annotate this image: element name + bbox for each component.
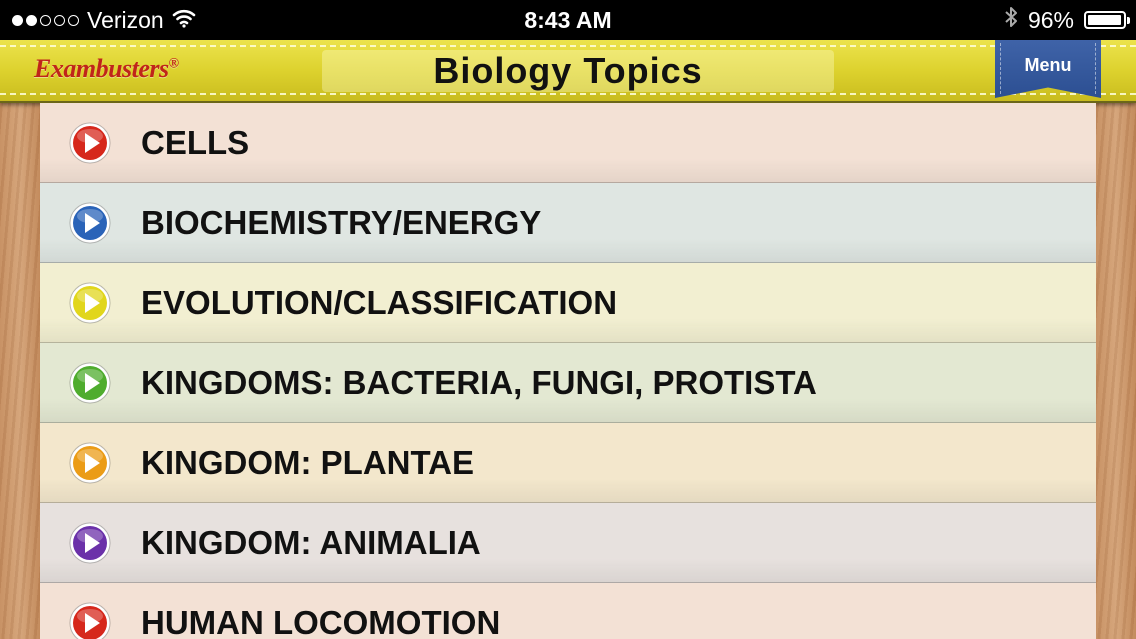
topic-row[interactable]: HUMAN LOCOMOTION — [40, 583, 1096, 639]
header-stitching-bottom — [0, 93, 1136, 95]
play-icon — [69, 522, 111, 563]
status-time: 8:43 AM — [524, 7, 612, 33]
header-stitching-top — [0, 45, 1136, 47]
topic-label: KINGDOM: ANIMALIA — [141, 524, 481, 561]
topic-label: HUMAN LOCOMOTION — [141, 604, 501, 639]
play-icon — [69, 202, 111, 243]
topic-row[interactable]: KINGDOM: ANIMALIA — [40, 503, 1096, 583]
topic-row[interactable]: EVOLUTION/CLASSIFICATION — [40, 263, 1096, 343]
play-icon — [69, 362, 111, 403]
topic-label: BIOCHEMISTRY/ENERGY — [141, 204, 542, 241]
status-bar: Verizon 8:43 AM 96% — [0, 0, 1136, 40]
topic-label: EVOLUTION/CLASSIFICATION — [141, 284, 618, 321]
topic-label: KINGDOMS: BACTERIA, FUNGI, PROTISTA — [141, 364, 817, 401]
bluetooth-icon — [1004, 5, 1018, 35]
topic-row[interactable]: KINGDOM: PLANTAE — [40, 423, 1096, 503]
header-bar: Exambusters® Biology Topics Menu — [0, 40, 1136, 103]
topic-row[interactable]: BIOCHEMISTRY/ENERGY — [40, 183, 1096, 263]
status-right: 96% — [1004, 0, 1130, 40]
topic-label: CELLS — [141, 124, 250, 161]
topic-row[interactable]: CELLS — [40, 103, 1096, 183]
battery-percent: 96% — [1027, 6, 1074, 33]
wood-background-left — [0, 103, 40, 639]
play-icon — [69, 602, 111, 639]
play-icon — [69, 122, 111, 163]
play-icon — [69, 282, 111, 323]
page-title: Biology Topics — [433, 50, 703, 91]
topic-label: KINGDOM: PLANTAE — [141, 444, 475, 481]
battery-icon — [1084, 11, 1130, 29]
topic-row[interactable]: KINGDOMS: BACTERIA, FUNGI, PROTISTA — [40, 343, 1096, 423]
wood-background-right — [1096, 103, 1136, 639]
play-icon — [69, 442, 111, 483]
topic-list: CELLS BIOCHEMISTRY/ENERGY EVOLUTION/CLASSI… — [40, 103, 1096, 639]
